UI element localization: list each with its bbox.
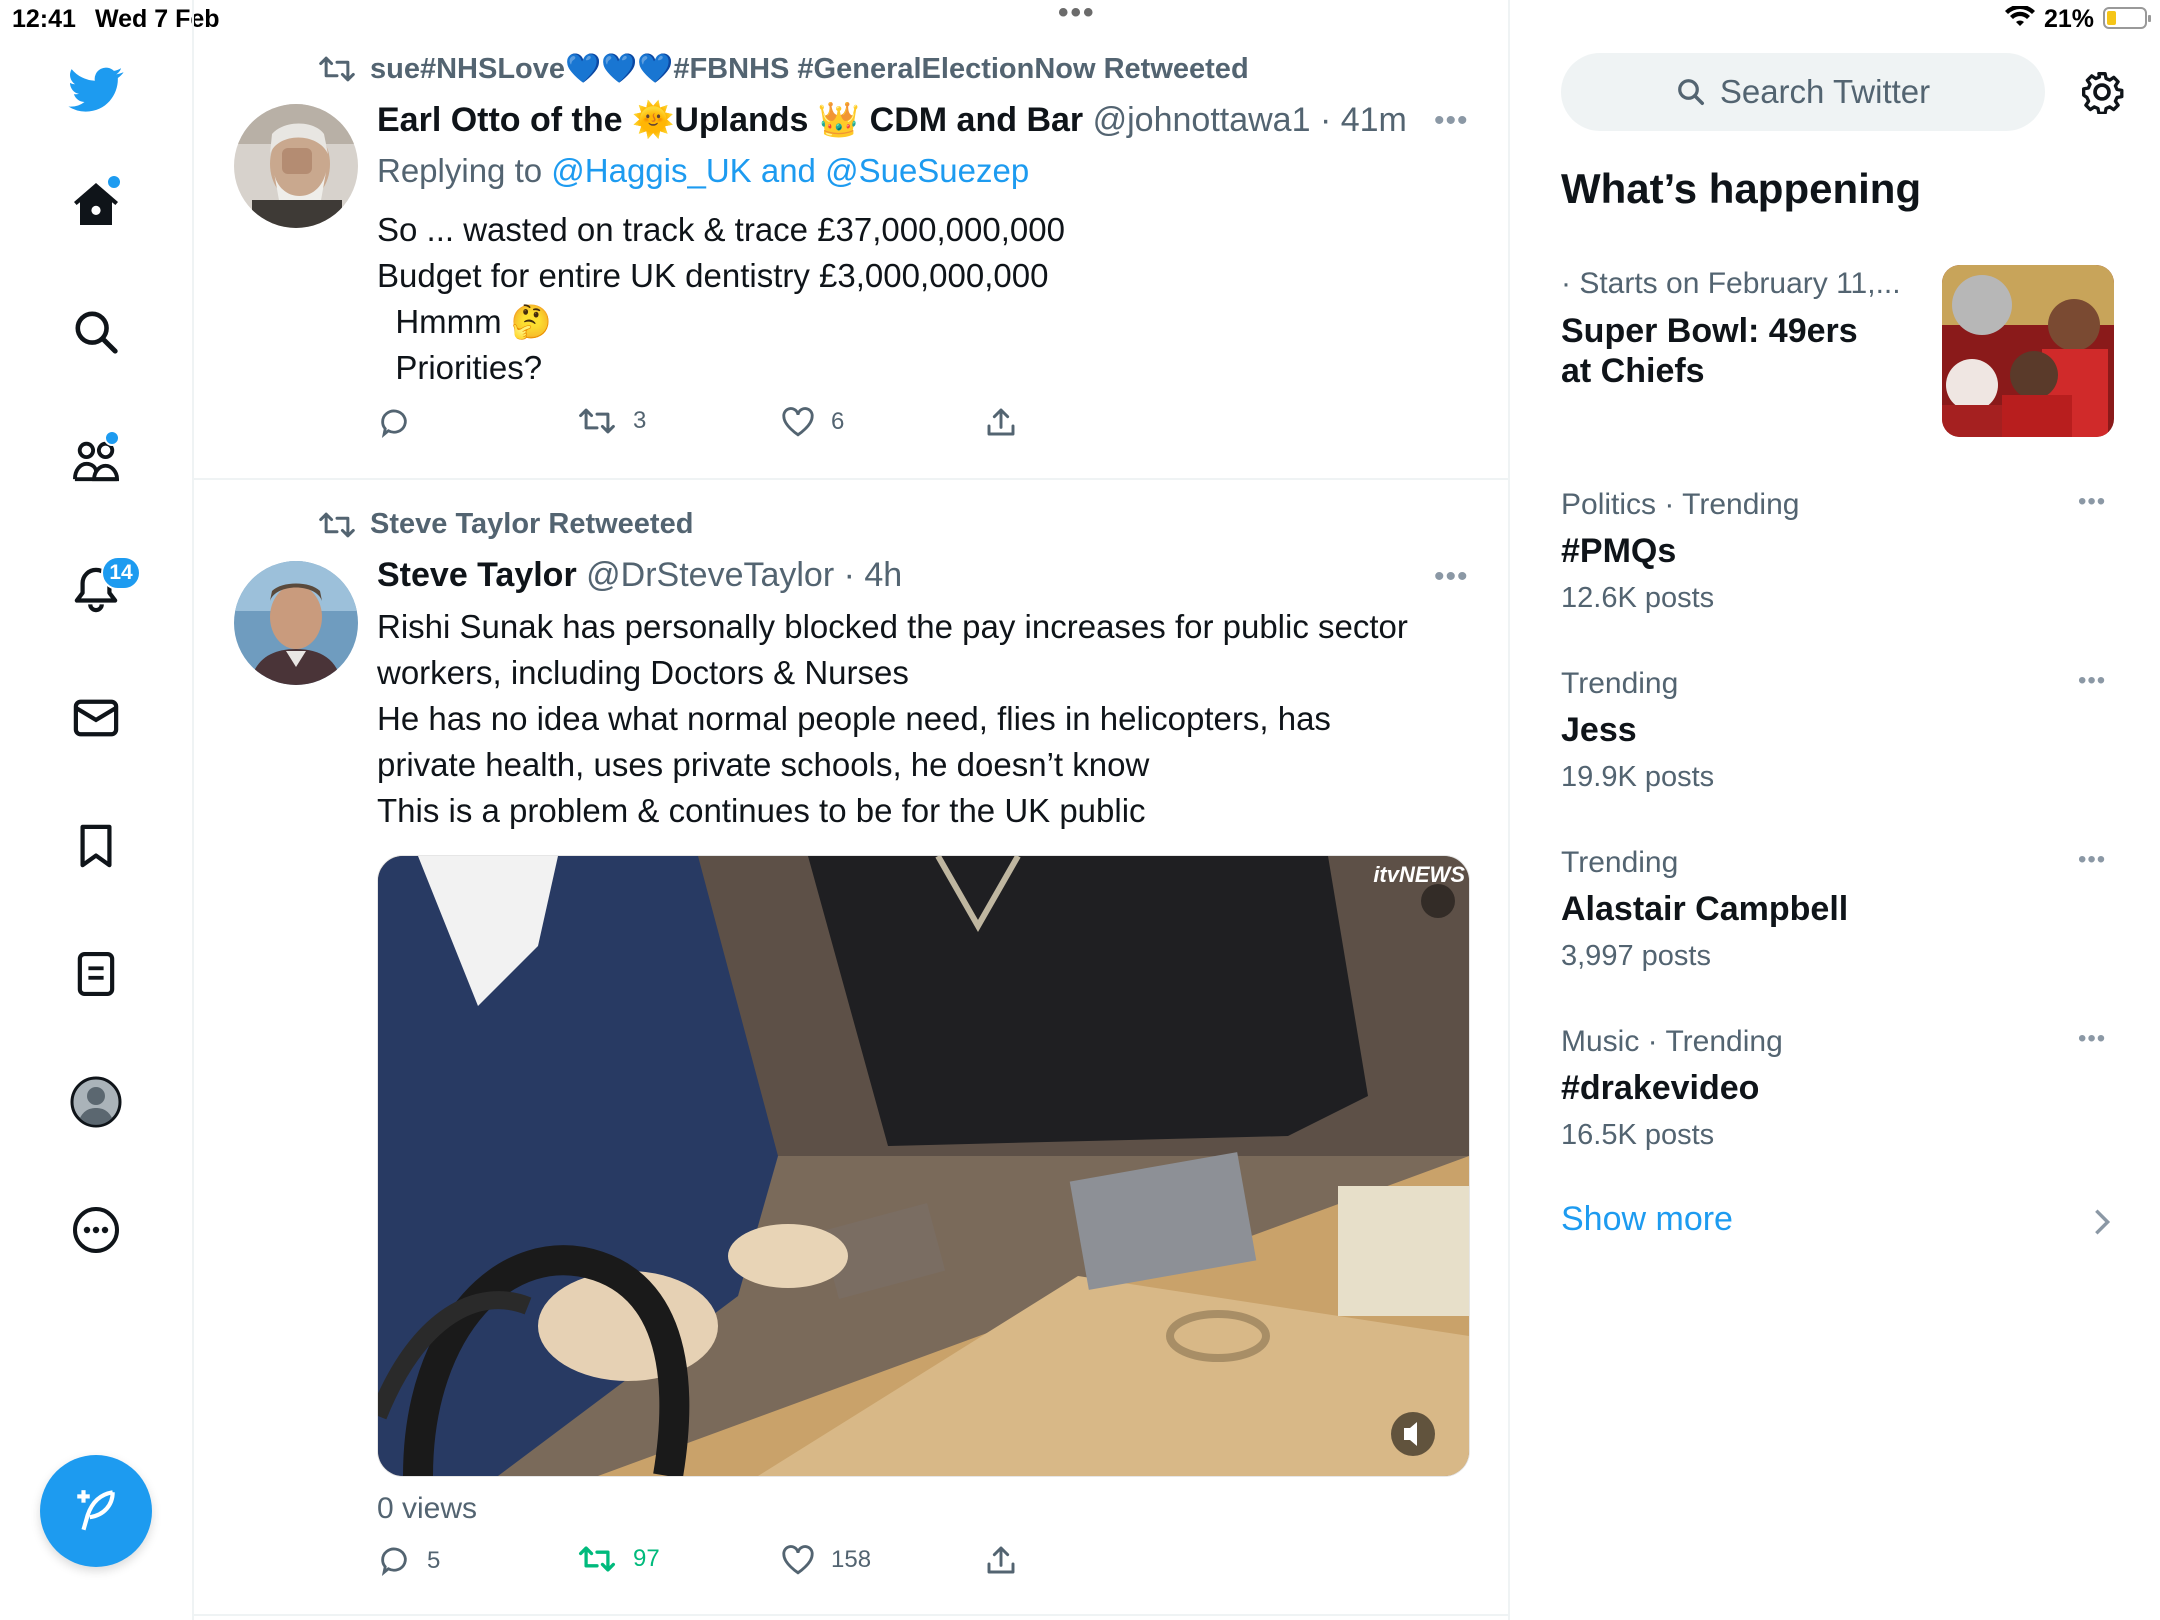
- heart-icon: [782, 407, 814, 437]
- author-avatar[interactable]: [234, 104, 358, 228]
- tweet-more-menu-icon[interactable]: •••: [1434, 560, 1469, 594]
- trend-meta: Music · Trending: [1561, 1025, 1783, 1058]
- mute-toggle-icon[interactable]: [1413, 1420, 1461, 1468]
- retweet-icon: [579, 408, 615, 434]
- tweet-text: So ... wasted on track & trace £37,000,0…: [377, 211, 1065, 386]
- retweet-context-2: Steve Taylor Retweeted: [318, 508, 693, 541]
- trend-post-count: 16.5K posts: [1561, 1119, 1715, 1151]
- retweet-button[interactable]: 3: [577, 406, 646, 436]
- like-button[interactable]: 6: [781, 406, 844, 438]
- featured-event-title-line2[interactable]: at Chiefs: [1561, 352, 1705, 391]
- battery-percentage: 21%: [2044, 5, 2095, 33]
- reply-button[interactable]: 5: [377, 1544, 440, 1578]
- featured-event-image[interactable]: [1942, 265, 2114, 437]
- battery-icon: [2103, 7, 2151, 29]
- retweet-count: 97: [633, 1545, 660, 1572]
- trend-name[interactable]: #drakevideo: [1561, 1069, 1759, 1108]
- settings-gear-icon[interactable]: [2080, 70, 2124, 115]
- retweet-count: 3: [633, 407, 647, 434]
- multitasking-dots[interactable]: •••: [1058, 0, 1096, 30]
- trend-post-count: 12.6K posts: [1561, 582, 1715, 614]
- view-count: 0 views: [377, 1492, 478, 1525]
- video-watermark: itvNEWS: [1373, 862, 1465, 887]
- compose-feather-icon: [77, 1490, 115, 1531]
- trend-name[interactable]: #PMQs: [1561, 532, 1676, 571]
- home-unread-dot: [106, 174, 122, 190]
- trend-more-icon[interactable]: •••: [2078, 1025, 2106, 1053]
- video-stats-icon[interactable]: [1421, 884, 1455, 918]
- like-count: 6: [831, 408, 845, 435]
- author-name[interactable]: Earl Otto of the 🌞Uplands 👑 CDM and Bar: [377, 101, 1083, 139]
- notifications-badge: 14: [101, 556, 141, 590]
- share-button[interactable]: [985, 1544, 1017, 1576]
- messages-mail-icon[interactable]: [66, 688, 126, 748]
- trend-meta: Trending: [1561, 846, 1679, 879]
- twitter-logo-icon[interactable]: [66, 60, 126, 120]
- compose-tweet-button[interactable]: [40, 1455, 152, 1567]
- share-icon: [987, 408, 1015, 436]
- author-handle[interactable]: @johnottawa1: [1093, 101, 1311, 139]
- trend-more-icon[interactable]: •••: [2078, 488, 2106, 516]
- trend-more-icon[interactable]: •••: [2078, 667, 2106, 695]
- tweet-actions: 3 6: [377, 406, 1017, 450]
- lists-icon[interactable]: [66, 944, 126, 1004]
- trend-name[interactable]: Jess: [1561, 711, 1637, 750]
- featured-event-title-line1[interactable]: Super Bowl: 49ers: [1561, 312, 1858, 351]
- search-placeholder: Search Twitter: [1719, 73, 1931, 110]
- share-icon: [987, 1546, 1015, 1574]
- chevron-right-icon[interactable]: [2090, 1205, 2114, 1239]
- featured-event-meta: · Starts on February 11,...: [1561, 267, 1901, 300]
- like-button[interactable]: 158: [781, 1544, 871, 1576]
- trend-more-icon[interactable]: •••: [2078, 846, 2106, 874]
- retweet-button[interactable]: 97: [577, 1544, 660, 1574]
- video-frame: [378, 856, 1469, 1476]
- more-options-icon[interactable]: [66, 1200, 126, 1260]
- trend-post-count: 19.9K posts: [1561, 761, 1715, 793]
- search-icon[interactable]: [66, 302, 126, 362]
- retweeted-by-text[interactable]: Steve Taylor Retweeted: [370, 508, 693, 541]
- reply-icon: [381, 409, 407, 438]
- profile-avatar-icon[interactable]: [66, 1072, 126, 1132]
- replying-to-links[interactable]: @Haggis_UK and @SueSuezep: [551, 152, 1029, 189]
- tweet-actions: 5 97 158: [377, 1544, 1017, 1588]
- status-time: 12:41: [12, 5, 76, 33]
- author-handle[interactable]: @DrSteveTaylor: [586, 556, 834, 594]
- status-date: Wed 7 Feb: [95, 5, 220, 33]
- wifi-icon: [2005, 4, 2035, 35]
- search-input[interactable]: Search Twitter: [1561, 53, 2045, 131]
- tweet-header-1: Earl Otto of the 🌞Uplands 👑 CDM and Bar …: [377, 100, 1407, 140]
- reply-icon: [381, 1547, 407, 1576]
- retweet-context-1: sue#NHSLove💙💙💙#FBNHS #GeneralElectionNow…: [318, 52, 1249, 86]
- reply-button[interactable]: [377, 406, 427, 440]
- communities-unread-dot: [104, 430, 120, 446]
- trend-name[interactable]: Alastair Campbell: [1561, 890, 1848, 929]
- share-button[interactable]: [985, 406, 1017, 438]
- retweeted-by-text[interactable]: sue#NHSLove💙💙💙#FBNHS #GeneralElectionNow…: [370, 52, 1249, 86]
- whats-happening-title: What’s happening: [1561, 165, 1922, 212]
- status-bar: 12:41 Wed 7 Feb ••• 21%: [0, 0, 2160, 40]
- replying-to: Replying to @Haggis_UK and @SueSuezep: [377, 152, 1030, 189]
- author-name[interactable]: Steve Taylor: [377, 556, 577, 594]
- tweet-header-2: Steve Taylor @DrSteveTaylor · 4h: [377, 556, 902, 595]
- like-count: 158: [831, 1546, 872, 1573]
- tweet-text: Rishi Sunak has personally blocked the p…: [377, 608, 1408, 829]
- heart-icon: [782, 1545, 814, 1575]
- tweet-time[interactable]: · 4h: [844, 556, 903, 594]
- author-avatar[interactable]: [234, 561, 358, 685]
- retweet-icon: [319, 512, 355, 537]
- show-more-link[interactable]: Show more: [1561, 1200, 1733, 1239]
- reply-count: 5: [427, 1547, 441, 1574]
- trend-meta: Politics · Trending: [1561, 488, 1800, 521]
- tweet-video[interactable]: itvNEWS: [377, 855, 1470, 1477]
- trend-meta: Trending: [1561, 667, 1679, 700]
- tweet-time[interactable]: · 41m: [1320, 101, 1407, 139]
- search-icon: [1677, 79, 1704, 105]
- trend-post-count: 3,997 posts: [1561, 940, 1711, 972]
- bookmarks-icon[interactable]: [66, 816, 126, 876]
- retweet-icon: [319, 56, 355, 82]
- retweet-icon: [579, 1546, 615, 1572]
- tweet-more-menu-icon[interactable]: •••: [1434, 104, 1469, 138]
